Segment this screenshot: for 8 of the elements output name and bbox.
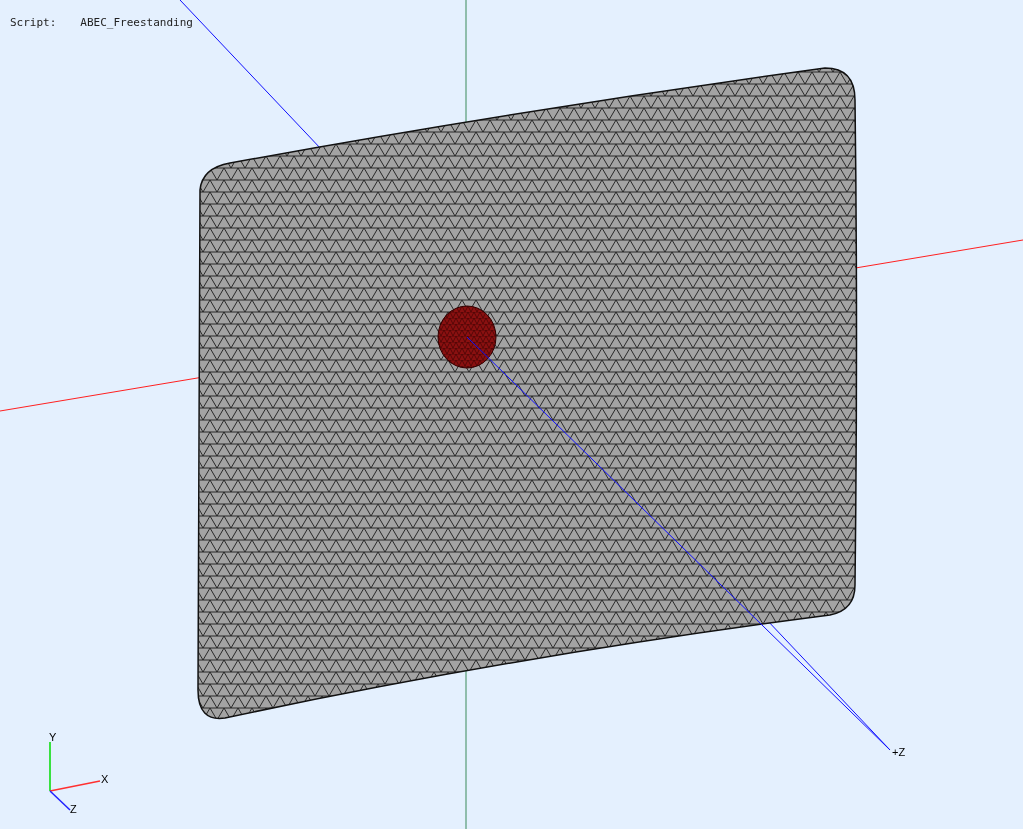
source-disc-drawing xyxy=(437,305,497,369)
axis-label: Y xyxy=(49,731,57,743)
axis-label: X xyxy=(101,773,109,785)
script-name: ABEC_Freestanding xyxy=(80,17,193,28)
axis-triad-drawing xyxy=(49,741,101,811)
script-label: Script: xyxy=(10,17,57,28)
axis-label: +Z xyxy=(892,746,906,758)
axis-label: Z xyxy=(70,803,77,815)
